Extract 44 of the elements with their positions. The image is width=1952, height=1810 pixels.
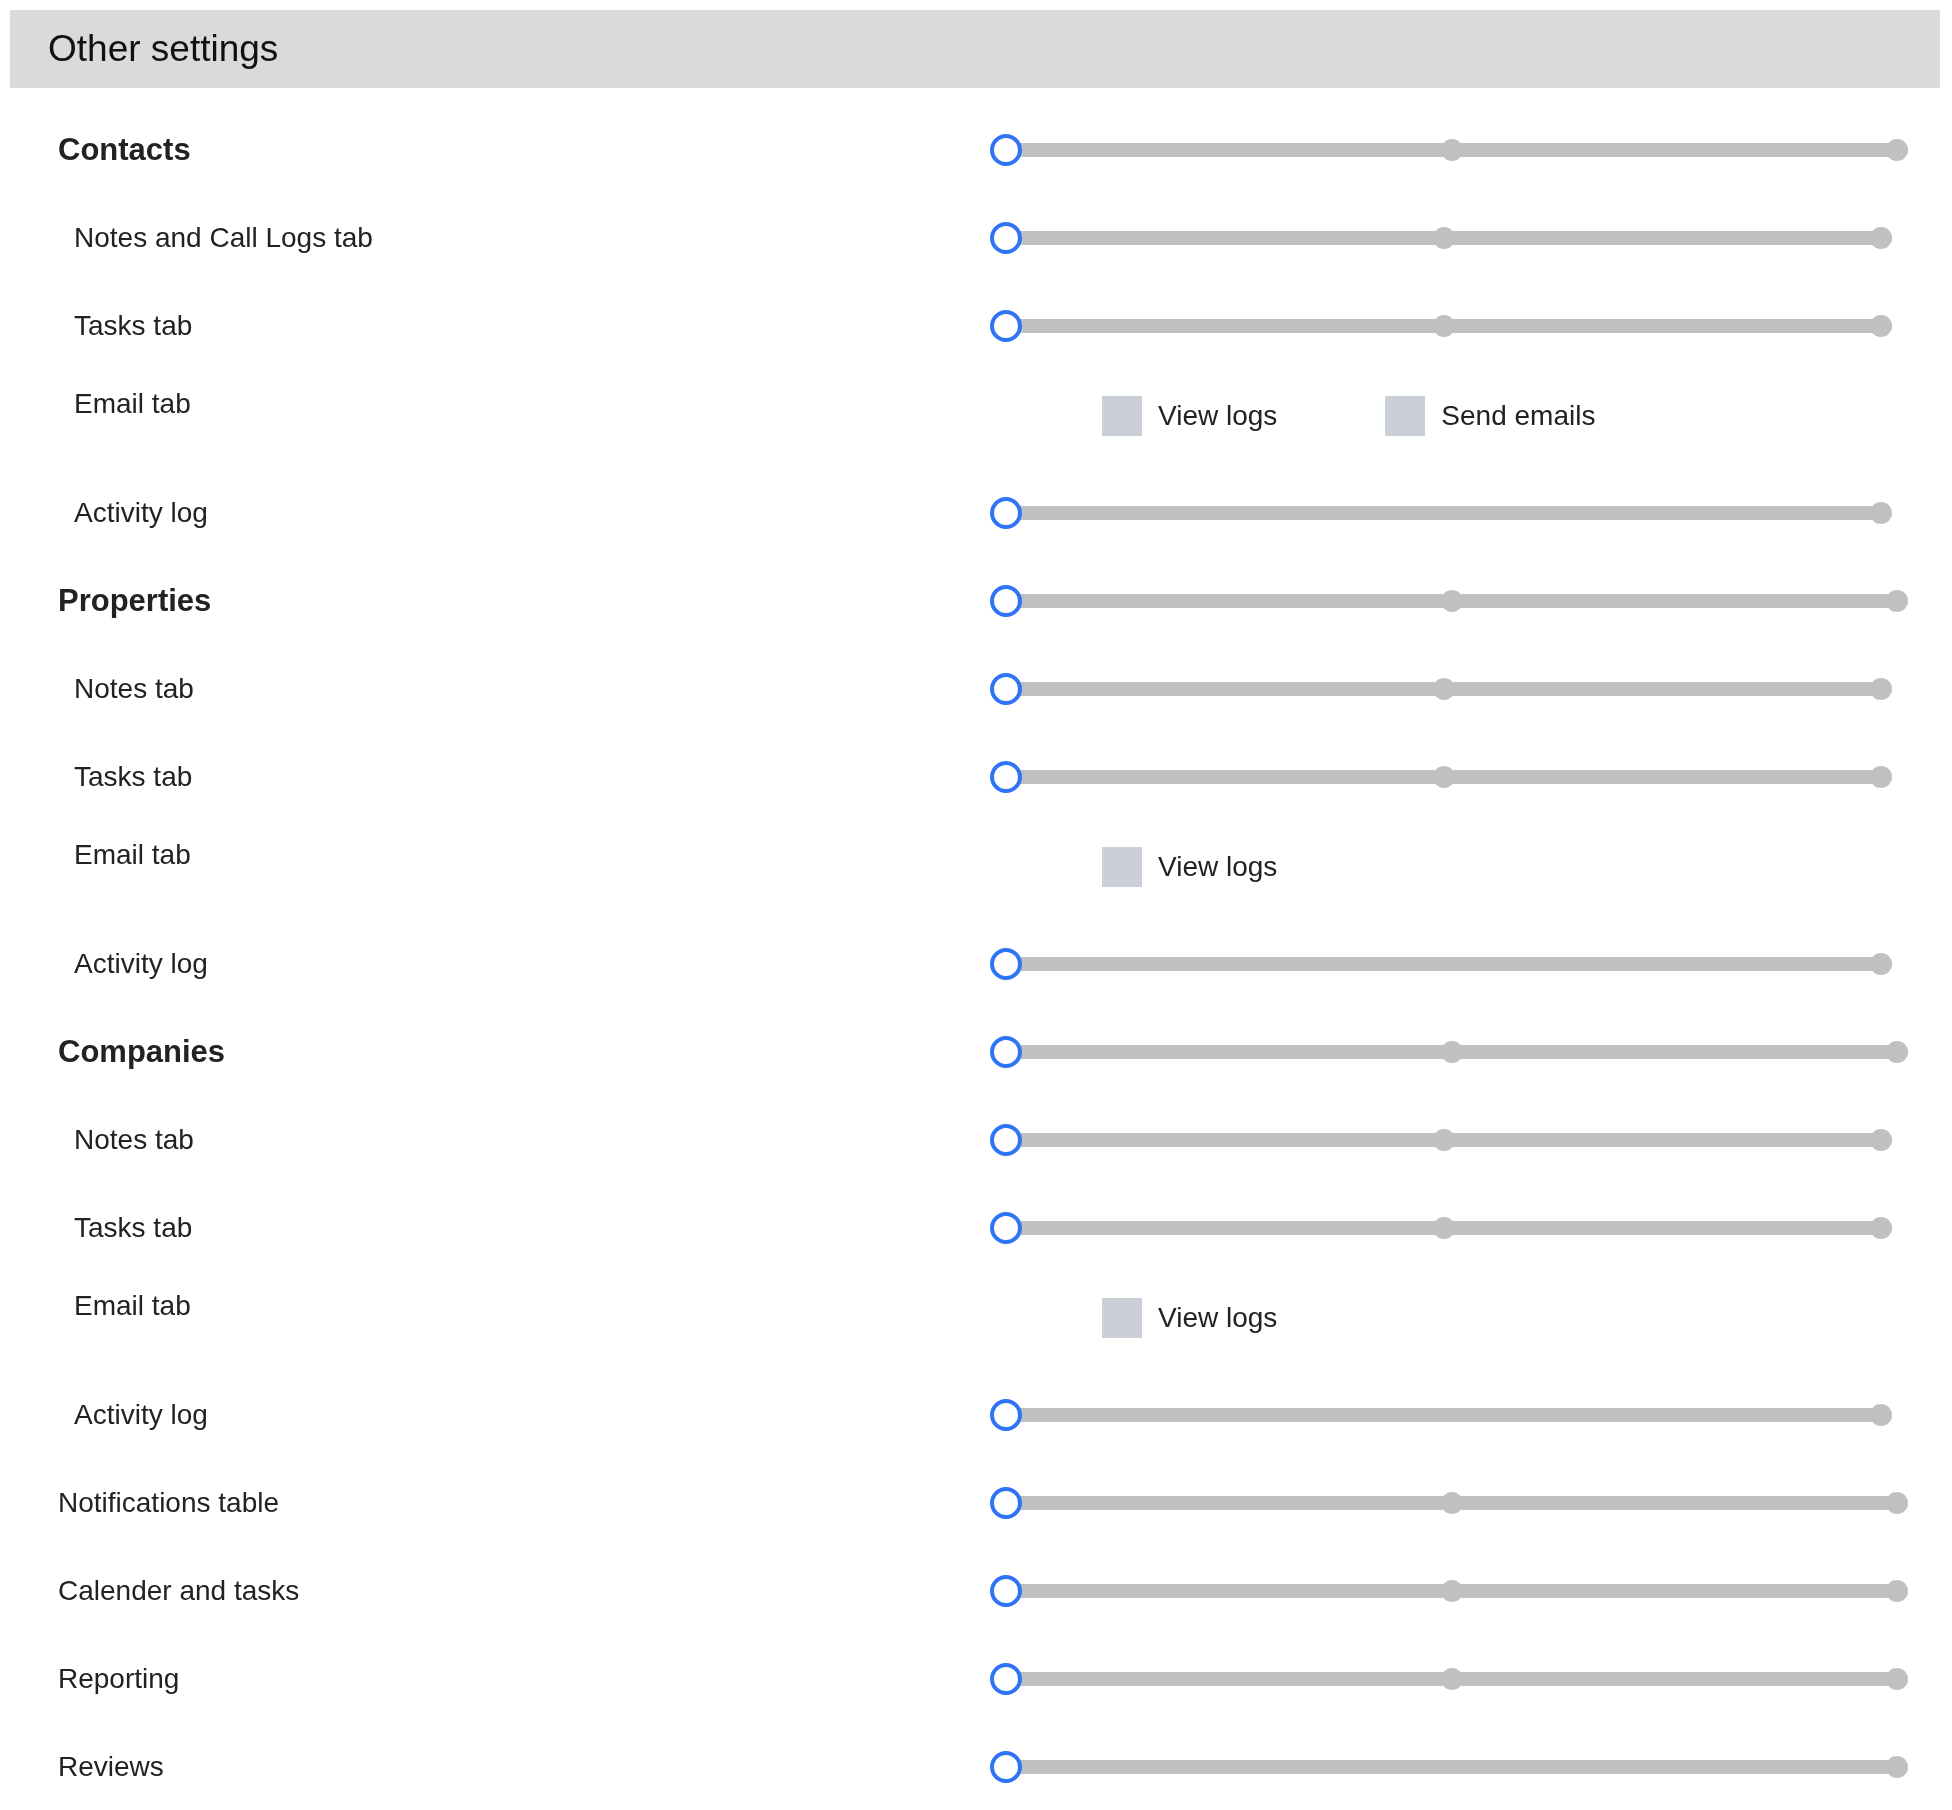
setting-label: Email tab — [74, 388, 191, 420]
setting-label: Activity log — [74, 497, 208, 529]
checkbox-label: View logs — [1158, 400, 1278, 432]
slider-thumb[interactable] — [990, 310, 1022, 342]
setting-label: Reviews — [58, 1751, 164, 1783]
slider-thumb[interactable] — [990, 1663, 1022, 1695]
setting-label: Email tab — [74, 839, 191, 871]
setting-label: Tasks tab — [74, 761, 193, 793]
setting-label: Notifications table — [58, 1487, 279, 1519]
slider-thumb[interactable] — [990, 1751, 1022, 1783]
setting-label: Activity log — [74, 1399, 208, 1431]
setting-label: Notes tab — [74, 673, 194, 705]
slider-thumb[interactable] — [990, 222, 1022, 254]
slider-thumb[interactable] — [990, 1575, 1022, 1607]
setting-label: Contacts — [58, 132, 191, 168]
checkbox[interactable] — [1102, 847, 1142, 887]
setting-label: Notes tab — [74, 1124, 194, 1156]
slider-thumb[interactable] — [990, 948, 1022, 980]
slider-thumb[interactable] — [990, 761, 1022, 793]
slider-thumb[interactable] — [990, 497, 1022, 529]
slider-thumb[interactable] — [990, 1124, 1022, 1156]
slider-thumb[interactable] — [990, 1036, 1022, 1068]
checkbox-label: Send emails — [1441, 400, 1596, 432]
setting-label: Activity log — [74, 948, 208, 980]
slider-thumb[interactable] — [990, 673, 1022, 705]
checkbox[interactable] — [1385, 396, 1426, 436]
checkbox[interactable] — [1102, 396, 1142, 436]
setting-label: Tasks tab — [74, 310, 193, 342]
setting-label: Tasks tab — [74, 1212, 193, 1244]
checkbox-label: View logs — [1158, 1302, 1278, 1334]
setting-label: Calender and tasks — [58, 1575, 300, 1607]
setting-label: Reporting — [58, 1663, 180, 1695]
setting-label: Properties — [58, 583, 212, 619]
checkbox[interactable] — [1102, 1298, 1142, 1338]
slider-thumb[interactable] — [990, 1212, 1022, 1244]
setting-label: Email tab — [74, 1290, 191, 1322]
checkbox-label: View logs — [1158, 851, 1278, 883]
slider-thumb[interactable] — [990, 585, 1022, 617]
slider-thumb[interactable] — [990, 1399, 1022, 1431]
setting-label: Notes and Call Logs tab — [74, 222, 373, 254]
slider-thumb[interactable] — [990, 134, 1022, 166]
setting-label: Companies — [58, 1034, 226, 1070]
slider-thumb[interactable] — [990, 1487, 1022, 1519]
section-title: Other settings — [48, 28, 279, 70]
